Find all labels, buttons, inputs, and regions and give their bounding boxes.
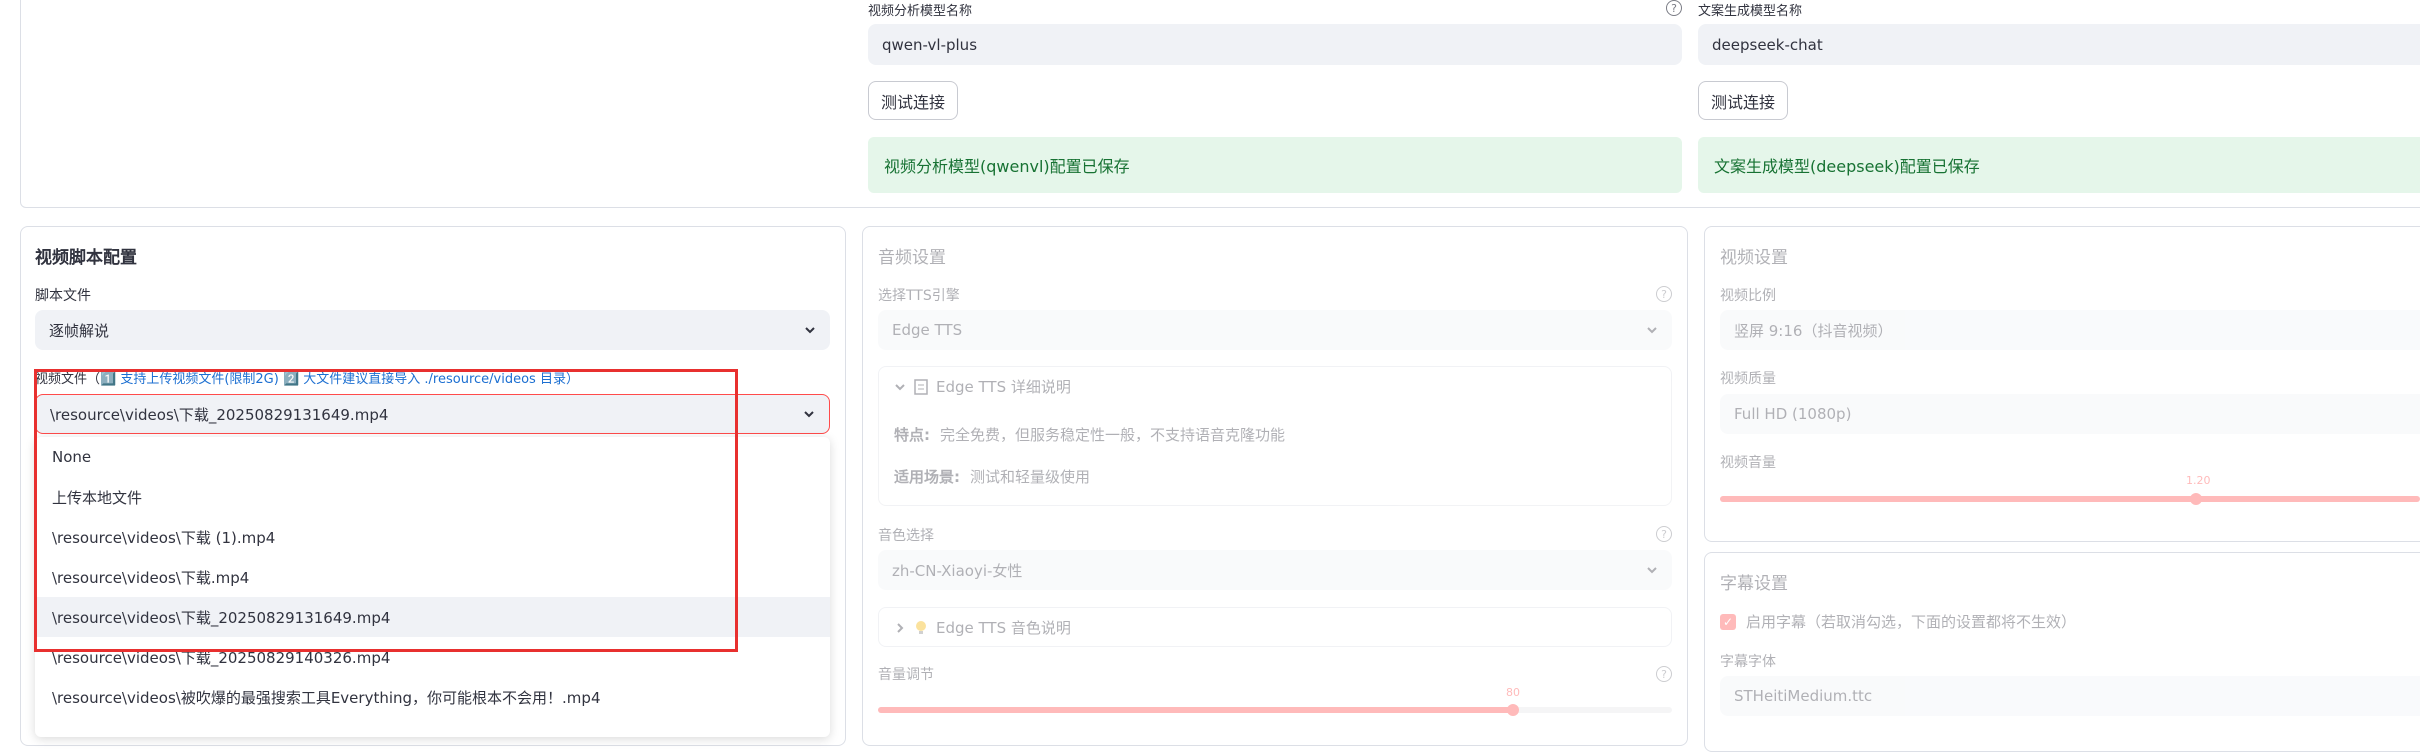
subtitle-font-select[interactable]: STHeitiMedium.ttc (1720, 676, 2420, 716)
subtitle-font-value: STHeitiMedium.ttc (1734, 687, 1873, 705)
subtitle-font-label: 字幕字体 (1720, 654, 1776, 670)
annotation-highlight-box (34, 369, 738, 652)
lightbulb-icon (916, 620, 926, 634)
tts-detail-header[interactable]: Edge TTS 详细说明 (894, 376, 1071, 397)
video-settings-card (1704, 226, 2420, 542)
script-file-value: 逐帧解说 (49, 321, 110, 340)
video-quality-label: 视频质量 (1720, 371, 1776, 387)
volume-value: 80 (1506, 686, 1520, 699)
video-model-input[interactable]: qwen-vl-plus (868, 24, 1682, 65)
video-ratio-select[interactable]: 竖屏 9:16（抖音视频） (1720, 310, 2420, 350)
help-icon[interactable]: ? (1656, 286, 1672, 302)
video-settings-title: 视频设置 (1720, 248, 1788, 268)
feature-text: 完全免费，但服务稳定性一般，不支持语音克隆功能 (940, 426, 1286, 444)
dropdown-option[interactable]: \resource\videos\被吹爆的最强搜索工具Everything，你可… (35, 677, 830, 717)
voice-select[interactable]: zh-CN-Xiaoyi-女性 (878, 550, 1672, 590)
help-icon[interactable]: ? (1656, 666, 1672, 682)
video-quality-select[interactable]: Full HD (1080p) (1720, 394, 2420, 434)
voice-detail-header[interactable]: Edge TTS 音色说明 (894, 617, 1071, 638)
tts-engine-select[interactable]: Edge TTS (878, 310, 1672, 350)
subtitle-settings-card (1704, 552, 2420, 752)
video-volume-value: 1.20 (2186, 474, 2211, 487)
subtitle-enable-row[interactable]: ✓ 启用字幕（若取消勾选，下面的设置都将不生效） (1720, 611, 2076, 632)
tts-feature-row: 特点: 完全免费，但服务稳定性一般，不支持语音克隆功能 (894, 424, 1285, 445)
subtitle-settings-title: 字幕设置 (1720, 574, 1788, 594)
chevron-down-icon (895, 383, 905, 390)
volume-slider-fill (878, 707, 1513, 713)
tts-engine-value: Edge TTS (892, 321, 963, 339)
chevron-down-icon (1647, 567, 1657, 574)
voice-detail-title: Edge TTS 音色说明 (936, 619, 1071, 637)
help-icon[interactable]: ? (1666, 0, 1682, 16)
subtitle-enable-label: 启用字幕（若取消勾选，下面的设置都将不生效） (1746, 613, 2077, 631)
copy-model-label: 文案生成模型名称 (1698, 4, 1803, 19)
video-volume-slider[interactable] (1720, 496, 2420, 502)
feature-label: 特点: (894, 426, 930, 444)
volume-slider-thumb[interactable] (1507, 704, 1519, 716)
video-model-test-button[interactable]: 测试连接 (868, 81, 958, 120)
voice-value: zh-CN-Xiaoyi-女性 (892, 561, 1023, 580)
video-volume-thumb[interactable] (2190, 493, 2202, 505)
tts-engine-label: 选择TTS引擎 (878, 288, 960, 304)
audio-settings-title: 音频设置 (878, 248, 946, 268)
checkbox-checked-icon[interactable]: ✓ (1720, 613, 1736, 630)
chevron-down-icon (805, 327, 815, 334)
copy-model-saved-alert: 文案生成模型(deepseek)配置已保存 (1698, 137, 2420, 193)
copy-model-test-button[interactable]: 测试连接 (1698, 81, 1788, 120)
video-quality-value: Full HD (1080p) (1734, 405, 1852, 423)
tts-scene-row: 适用场景: 测试和轻量级使用 (894, 466, 1090, 487)
chevron-right-icon (897, 622, 904, 633)
video-model-label: 视频分析模型名称 (868, 4, 973, 19)
scene-text: 测试和轻量级使用 (970, 468, 1091, 486)
script-file-label: 脚本文件 (35, 288, 91, 304)
chevron-down-icon (1647, 327, 1657, 334)
video-ratio-label: 视频比例 (1720, 288, 1776, 304)
video-ratio-value: 竖屏 9:16（抖音视频） (1734, 321, 1893, 340)
volume-label: 音量调节 (878, 667, 934, 683)
script-config-title: 视频脚本配置 (35, 248, 137, 268)
chevron-down-icon (804, 411, 814, 418)
help-icon[interactable]: ? (1656, 526, 1672, 542)
voice-label: 音色选择 (878, 528, 934, 544)
tts-detail-title: Edge TTS 详细说明 (936, 378, 1071, 396)
script-file-select[interactable]: 逐帧解说 (35, 310, 830, 350)
document-icon (914, 378, 928, 395)
copy-model-input[interactable]: deepseek-chat (1698, 24, 2420, 65)
video-volume-label: 视频音量 (1720, 455, 1776, 471)
video-model-saved-alert: 视频分析模型(qwenvl)配置已保存 (868, 137, 1682, 193)
scene-label: 适用场景: (894, 468, 960, 486)
